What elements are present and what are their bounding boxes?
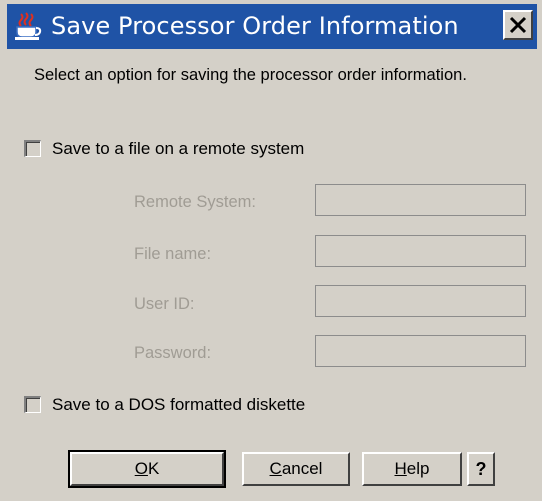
user-id-label: User ID: xyxy=(134,295,195,313)
cancel-mnemonic: C xyxy=(269,459,282,478)
remote-system-label: Remote System: xyxy=(134,193,256,211)
context-help-button[interactable]: ? xyxy=(467,452,495,486)
java-cup-icon xyxy=(12,11,42,41)
window-title: Save Processor Order Information xyxy=(51,12,459,40)
close-icon xyxy=(509,16,527,34)
close-button[interactable] xyxy=(503,10,533,40)
ok-button[interactable]: OK xyxy=(68,450,226,488)
ok-mnemonic: O xyxy=(134,459,148,478)
diskette-checkbox[interactable] xyxy=(24,396,41,413)
help-mnemonic: H xyxy=(394,459,407,478)
file-name-input[interactable] xyxy=(315,235,526,267)
cancel-label-rest: ancel xyxy=(281,459,323,478)
remote-option-label[interactable]: Save to a file on a remote system xyxy=(52,138,304,160)
password-input[interactable] xyxy=(315,335,526,367)
title-bar[interactable]: Save Processor Order Information xyxy=(7,4,537,49)
instructions-text: Select an option for saving the processo… xyxy=(34,66,467,84)
help-button[interactable]: Help xyxy=(362,452,462,486)
save-processor-order-dialog: Save Processor Order Information Select … xyxy=(0,0,542,501)
remote-checkbox[interactable] xyxy=(24,140,41,157)
file-name-label: File name: xyxy=(134,245,212,263)
help-label-rest: elp xyxy=(406,459,430,478)
ok-label-rest: K xyxy=(147,459,160,478)
user-id-input[interactable] xyxy=(315,285,526,317)
remote-system-input[interactable] xyxy=(315,184,526,216)
cancel-button[interactable]: Cancel xyxy=(242,452,350,486)
diskette-option-label[interactable]: Save to a DOS formatted diskette xyxy=(52,394,305,416)
dialog-body: Save Processor Order Information Select … xyxy=(0,0,542,501)
password-label: Password: xyxy=(134,344,212,362)
